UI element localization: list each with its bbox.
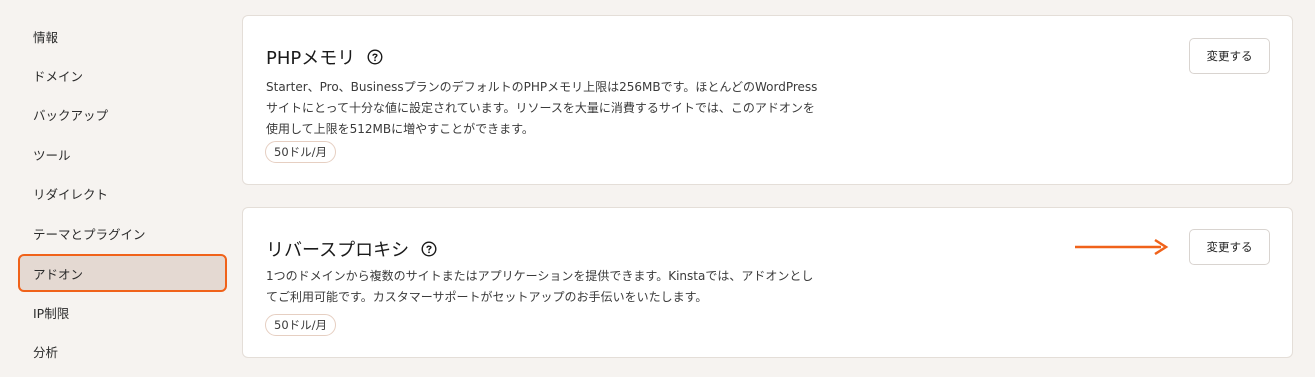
sidebar-item-themes-plugins[interactable]: テーマとプラグイン: [20, 216, 225, 250]
card-description: 1つのドメインから複数のサイトまたはアプリケーションを提供できます。Kinsta…: [266, 266, 846, 308]
description-line: てご利用可能です。カスタマーサポートがセットアップのお手伝いをいたします。: [266, 290, 708, 304]
card-title-row: PHPメモリ: [266, 44, 383, 70]
card-title: リバースプロキシ: [266, 240, 410, 261]
question-circle-icon[interactable]: [367, 49, 383, 65]
sidebar-item-addons[interactable]: アドオン: [18, 254, 227, 292]
card-description: Starter、Pro、BusinessプランのデフォルトのPHPメモリ上限は2…: [266, 77, 846, 140]
description-line: 1つのドメインから複数のサイトまたはアプリケーションを提供できます。Kinsta…: [266, 269, 814, 283]
sidebar: 情報 ドメイン バックアップ ツール リダイレクト テーマとプラグイン アドオン…: [0, 0, 232, 377]
sidebar-item-backups[interactable]: バックアップ: [20, 97, 225, 131]
description-line: サイトにとって十分な値に設定されています。リソースを大量に消費するサイトでは、こ…: [266, 101, 815, 115]
card-title: PHPメモリ: [266, 48, 356, 69]
change-button[interactable]: 変更する: [1189, 38, 1270, 74]
sidebar-item-domains[interactable]: ドメイン: [20, 58, 225, 92]
sidebar-item-analytics[interactable]: 分析: [20, 334, 225, 368]
change-button[interactable]: 変更する: [1189, 229, 1270, 265]
description-line: 使用して上限を512MBに増やすことができます。: [266, 122, 534, 136]
sidebar-item-ip-deny[interactable]: IP制限: [20, 295, 225, 329]
sidebar-item-tools[interactable]: ツール: [20, 137, 225, 171]
arrow-right-icon: [1075, 238, 1171, 256]
price-badge: 50ドル/月: [265, 314, 337, 336]
price-badge: 50ドル/月: [265, 141, 337, 163]
reverse-proxy-card: リバースプロキシ 1つのドメインから複数のサイトまたはアプリケーションを提供でき…: [242, 207, 1293, 358]
sidebar-item-info[interactable]: 情報: [20, 19, 225, 53]
php-memory-card: PHPメモリ Starter、Pro、BusinessプランのデフォルトのPHP…: [242, 15, 1293, 185]
description-line: Starter、Pro、BusinessプランのデフォルトのPHPメモリ上限は2…: [266, 80, 818, 94]
question-circle-icon[interactable]: [421, 241, 437, 257]
sidebar-item-redirects[interactable]: リダイレクト: [20, 176, 225, 210]
card-title-row: リバースプロキシ: [266, 236, 437, 262]
